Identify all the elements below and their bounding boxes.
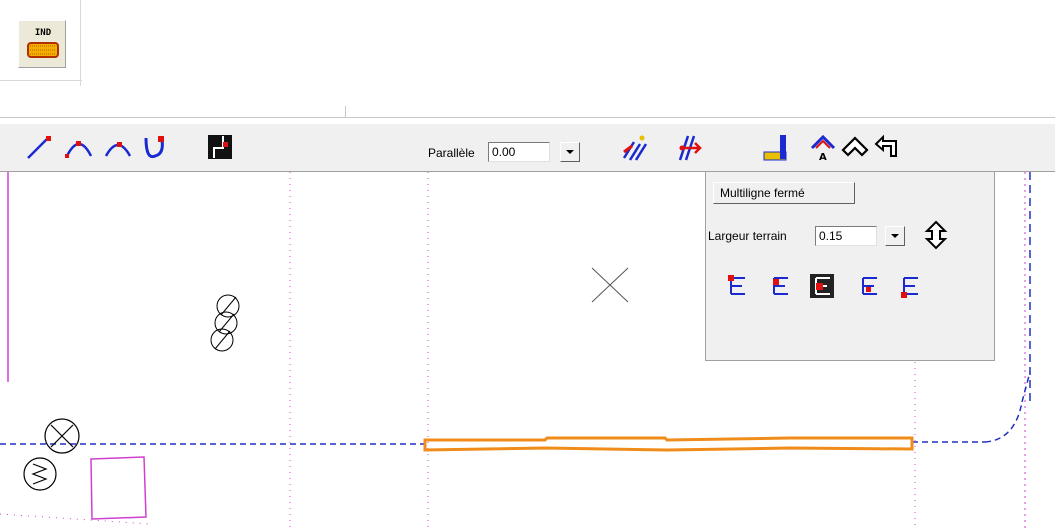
multiline-closed-button[interactable]: Multiligne fermé bbox=[713, 182, 855, 204]
width-dropdown-button[interactable] bbox=[885, 226, 905, 246]
tile-divider bbox=[80, 0, 81, 86]
grid-line bbox=[0, 513, 151, 525]
align-center-icon[interactable] bbox=[810, 274, 834, 298]
u-curve-tool-icon[interactable] bbox=[140, 132, 170, 162]
ind-button[interactable]: IND bbox=[18, 20, 66, 68]
axis-curve bbox=[984, 401, 1023, 443]
align-top-left-icon[interactable] bbox=[726, 274, 750, 298]
parallel-arrow-tool-icon[interactable] bbox=[672, 132, 702, 162]
header-separator bbox=[0, 117, 1055, 118]
parallel-offset-tool-icon[interactable] bbox=[620, 132, 650, 162]
return-arrow-tool-icon[interactable] bbox=[872, 132, 902, 162]
wall-tool-icon[interactable] bbox=[205, 132, 235, 162]
align-bottom-left-icon[interactable] bbox=[899, 274, 923, 298]
align-mid-right-icon[interactable] bbox=[858, 274, 882, 298]
multiline-options-panel: Multiligne fermé Largeur terrain 0.15 bbox=[705, 171, 995, 361]
width-label: Largeur terrain bbox=[708, 229, 787, 243]
drawing-toolbar: Parallèle 0.00 A bbox=[0, 123, 1055, 172]
highlighted-multiline bbox=[423, 436, 914, 452]
flip-arrows-icon[interactable] bbox=[923, 220, 949, 250]
chevron-tool-icon[interactable] bbox=[840, 132, 870, 162]
arc-three-point-tool-icon[interactable] bbox=[64, 132, 94, 162]
width-input[interactable]: 0.15 bbox=[815, 226, 877, 246]
header-separator-tick bbox=[345, 106, 346, 118]
ind-brick-icon bbox=[27, 42, 59, 58]
roof-a-tool-icon[interactable]: A bbox=[808, 132, 838, 162]
spring-symbol bbox=[23, 457, 57, 491]
tree-symbol bbox=[210, 294, 240, 352]
parallel-dropdown-button[interactable] bbox=[560, 142, 580, 162]
arc-tool-icon[interactable] bbox=[103, 132, 133, 162]
lamp-symbol bbox=[44, 418, 80, 454]
parallel-input[interactable]: 0.00 bbox=[488, 142, 550, 162]
corner-tool-icon[interactable] bbox=[760, 132, 790, 162]
line-tool-icon[interactable] bbox=[24, 132, 54, 162]
tile-divider bbox=[0, 80, 82, 81]
align-mid-left-icon[interactable] bbox=[769, 274, 793, 298]
building-outline bbox=[90, 456, 147, 520]
ind-label: IND bbox=[34, 28, 52, 38]
parallel-label: Parallèle bbox=[428, 146, 475, 160]
svg-text:A: A bbox=[819, 152, 827, 162]
